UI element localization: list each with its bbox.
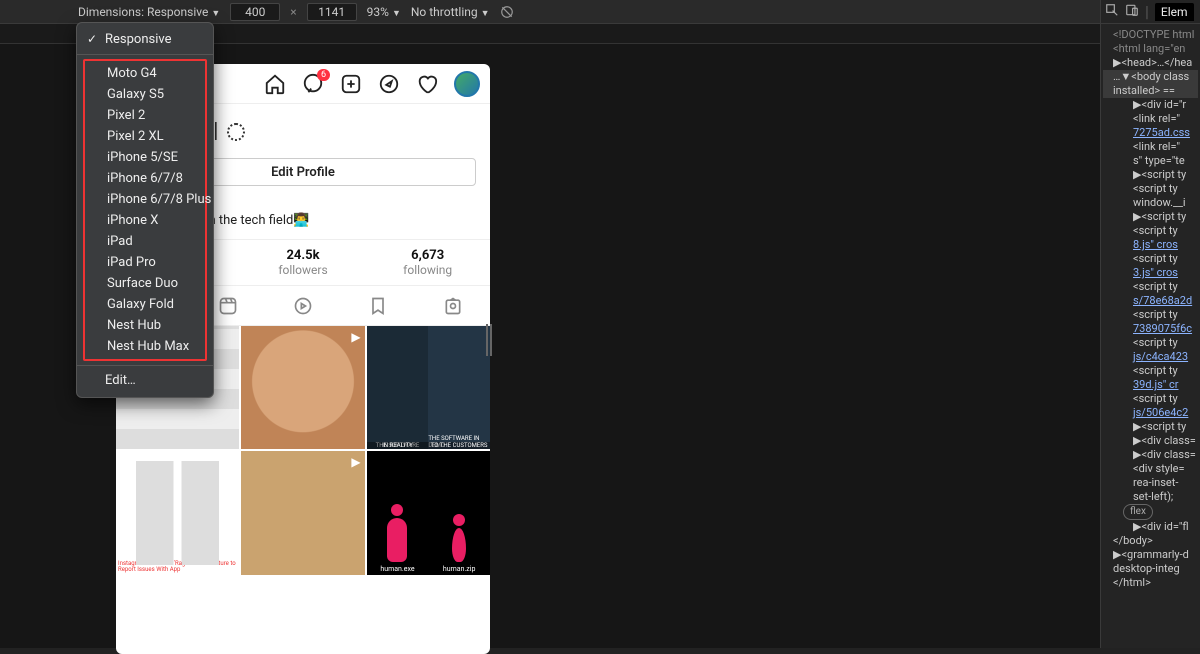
settings-gear-icon[interactable] (227, 123, 245, 141)
device-list-highlight: Moto G4 Galaxy S5 Pixel 2 Pixel 2 XL iPh… (83, 59, 207, 361)
elements-tree[interactable]: <!DOCTYPE html<html lang="en▶<head>…</he… (1101, 24, 1200, 594)
post-thumb[interactable]: Instagram Launches 'Rage Shake' Feature … (116, 451, 239, 574)
device-option[interactable]: iPhone 5/SE (85, 147, 205, 168)
device-option[interactable]: iPad (85, 231, 205, 252)
rotate-icon[interactable] (500, 5, 514, 19)
stat-following[interactable]: 6,673following (365, 240, 490, 285)
post-thumb[interactable]: ▶ (241, 326, 364, 449)
height-input[interactable] (307, 3, 357, 21)
video-indicator-icon: ▶ (351, 330, 360, 344)
thumb-caption: Instagram Launches 'Rage Shake' Feature … (116, 560, 239, 575)
device-option[interactable]: iPhone X (85, 210, 205, 231)
device-option[interactable]: Nest Hub (85, 315, 205, 336)
device-option[interactable]: iPhone 6/7/8 Plus (85, 189, 205, 210)
device-option[interactable]: Moto G4 (85, 63, 205, 84)
post-thumb[interactable]: THE SOFTWARE THE SOFTWARE IN DEMO IN REA… (367, 326, 490, 449)
activity-icon[interactable] (416, 73, 438, 95)
dropdown-separator (77, 54, 213, 55)
device-option[interactable]: iPad Pro (85, 252, 205, 273)
device-option[interactable]: Galaxy S5 (85, 84, 205, 105)
throttling-dropdown[interactable]: No throttling▼ (411, 5, 490, 19)
tab-saved[interactable] (340, 286, 415, 325)
messenger-icon[interactable]: 6 (302, 73, 324, 95)
device-option[interactable]: iPhone 6/7/8 (85, 168, 205, 189)
post-thumb[interactable]: human.exe human.zip (367, 451, 490, 574)
post-thumb[interactable]: ▶ (241, 451, 364, 574)
device-option[interactable]: Pixel 2 XL (85, 126, 205, 147)
device-toggle-icon[interactable] (1125, 2, 1139, 21)
inspect-icon[interactable] (1105, 2, 1119, 21)
device-toolbar: Dimensions: Responsive▼ × 93%▼ No thrott… (0, 0, 1200, 24)
profile-avatar-icon[interactable] (454, 71, 480, 97)
dimensions-dropdown[interactable]: Dimensions: Responsive▼ (78, 5, 220, 19)
dropdown-separator (77, 365, 213, 366)
elements-tab[interactable]: Elem (1155, 3, 1194, 21)
device-option-responsive[interactable]: Responsive (77, 29, 213, 50)
tab-video[interactable] (266, 286, 341, 325)
home-icon[interactable] (264, 73, 286, 95)
device-option[interactable]: Pixel 2 (85, 105, 205, 126)
video-indicator-icon: ▶ (351, 455, 360, 469)
explore-icon[interactable] (378, 73, 400, 95)
stat-followers[interactable]: 24.5kfollowers (241, 240, 366, 285)
resize-handle[interactable] (486, 324, 494, 356)
dimension-separator: × (290, 5, 296, 19)
tab-tagged[interactable] (415, 286, 490, 325)
new-post-icon[interactable] (340, 73, 362, 95)
device-option[interactable]: Galaxy Fold (85, 294, 205, 315)
device-edit-option[interactable]: Edit… (77, 370, 213, 391)
notification-badge: 6 (317, 69, 330, 81)
device-option[interactable]: Nest Hub Max (85, 336, 205, 357)
device-option[interactable]: Surface Duo (85, 273, 205, 294)
width-input[interactable] (230, 3, 280, 21)
zoom-dropdown[interactable]: 93%▼ (367, 5, 401, 19)
device-dropdown: Responsive Moto G4 Galaxy S5 Pixel 2 Pix… (76, 22, 214, 398)
devtools-panel: | Elem <!DOCTYPE html<html lang="en▶<hea… (1100, 0, 1200, 648)
